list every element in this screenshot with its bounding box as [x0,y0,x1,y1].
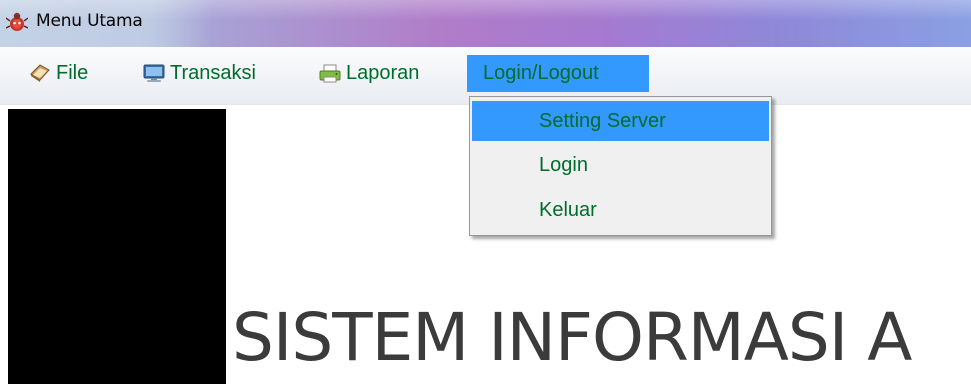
monitor-icon [142,61,166,85]
menu-laporan-label: Laporan [346,61,420,84]
menu-transaksi-label: Transaksi [170,61,256,84]
login-label: Login [539,153,588,176]
menu-laporan[interactable]: Laporan [318,55,419,91]
menu-transaksi[interactable]: Transaksi [142,55,256,91]
dropdown-item-setting-server[interactable]: Setting Server [472,101,769,141]
login-logout-dropdown: Setting Server Login Keluar [469,96,772,236]
printer-icon [318,61,342,85]
app-bug-icon [5,11,29,33]
main-heading: SISTEM INFORMASI A [232,299,912,376]
book-icon [28,61,52,85]
dropdown-item-keluar[interactable]: Keluar [472,190,769,230]
menu-login-logout[interactable]: Login/Logout [467,55,649,92]
menu-file-label: File [56,61,89,84]
window-title: Menu Utama [36,11,143,31]
setting-server-label: Setting Server [539,109,666,132]
menu-file[interactable]: File [28,55,88,91]
menu-login-logout-label: Login/Logout [483,62,599,84]
dropdown-item-login[interactable]: Login [472,145,769,185]
title-bar: Menu Utama [0,0,971,47]
left-black-panel [8,109,226,384]
keluar-label: Keluar [539,198,597,221]
